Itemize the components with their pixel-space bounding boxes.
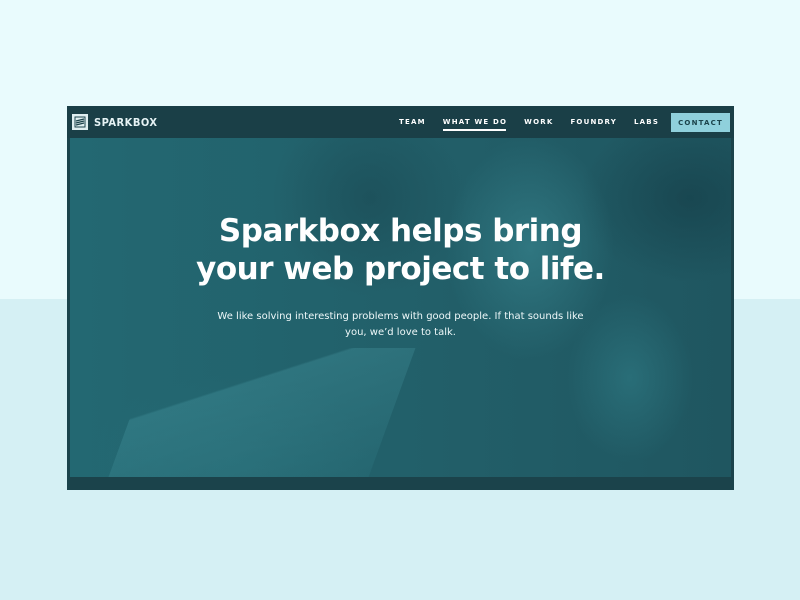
nav-item-what-we-do[interactable]: WHAT WE DO xyxy=(442,118,507,131)
hero-headline: Sparkbox helps bring your web project to… xyxy=(70,212,731,288)
headline-line-2: your web project to life. xyxy=(196,251,605,287)
contact-button[interactable]: CONTACT xyxy=(671,112,730,132)
hero-background-image xyxy=(104,348,416,483)
hero-section: Sparkbox helps bring your web project to… xyxy=(70,138,731,483)
hero-bottom-edge xyxy=(70,477,731,483)
nav-item-work[interactable]: WORK xyxy=(524,118,553,126)
nav-item-labs[interactable]: LABS xyxy=(634,118,659,126)
brand-wordmark: SPARKBOX xyxy=(94,115,158,129)
subtext-line-1: We like solving interesting problems wit… xyxy=(217,311,584,322)
browser-frame: SPARKBOX TEAM WHAT WE DO WORK FOUNDRY LA… xyxy=(67,106,734,490)
main-nav: TEAM WHAT WE DO WORK FOUNDRY LABS CONTAC… xyxy=(399,106,730,138)
site-logo[interactable]: SPARKBOX xyxy=(72,114,158,130)
hero-subtext: We like solving interesting problems wit… xyxy=(70,309,731,341)
nav-item-foundry[interactable]: FOUNDRY xyxy=(570,118,617,126)
sparkbox-logo-icon xyxy=(72,114,88,130)
headline-line-1: Sparkbox helps bring xyxy=(218,213,583,249)
nav-item-team[interactable]: TEAM xyxy=(399,118,426,126)
site-header: SPARKBOX TEAM WHAT WE DO WORK FOUNDRY LA… xyxy=(67,106,734,138)
subtext-line-2: you, we’d love to talk. xyxy=(345,327,456,338)
